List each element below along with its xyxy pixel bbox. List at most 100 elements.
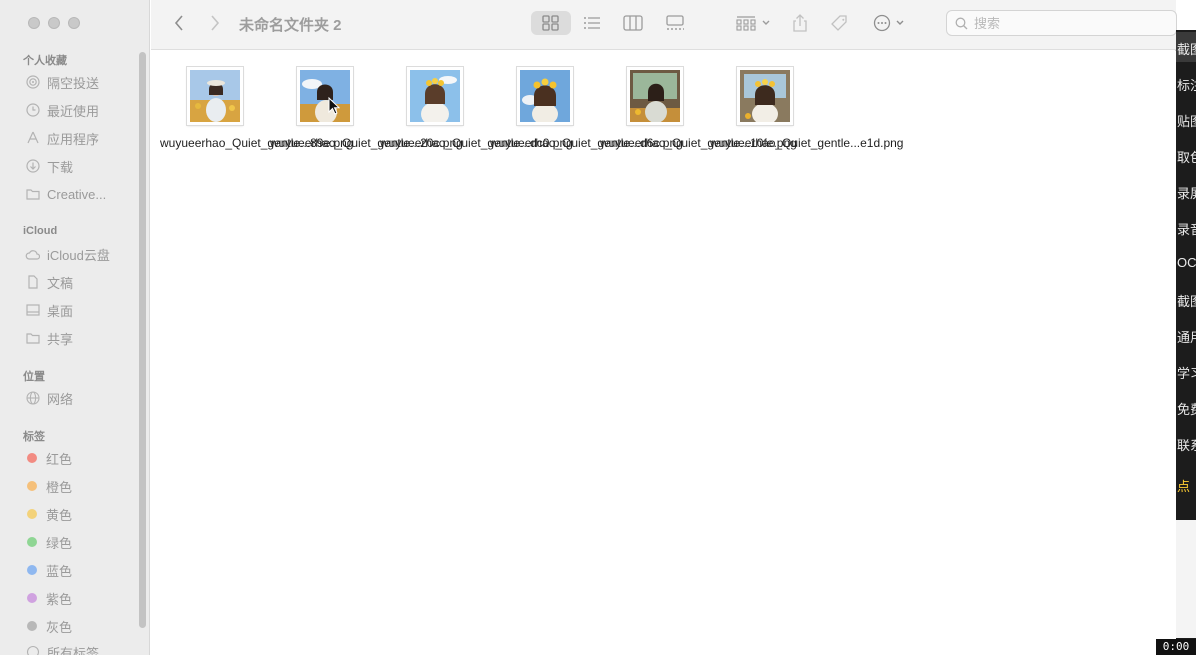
image-thumbnail bbox=[517, 67, 573, 125]
airdrop-icon bbox=[25, 75, 40, 90]
sidebar-item-label: 最近使用 bbox=[47, 103, 100, 119]
thumbnail-image bbox=[740, 70, 790, 125]
tag-color-dot bbox=[27, 565, 37, 575]
sidebar-item-label: 蓝色 bbox=[46, 563, 73, 579]
sidebar-item-shared[interactable]: 共享 bbox=[25, 328, 135, 348]
file-name: wuyueerhao_Quiet_gentle...e1d.png bbox=[710, 136, 904, 150]
more-actions-button[interactable] bbox=[870, 11, 908, 35]
overlay-menu-item[interactable]: 取色 bbox=[1177, 147, 1196, 166]
overlay-menu-item[interactable]: 录屏 bbox=[1177, 183, 1196, 202]
group-icon bbox=[735, 16, 756, 31]
overlay-menu-item[interactable]: 截图 bbox=[1177, 291, 1196, 310]
tag-color-dot bbox=[27, 481, 37, 491]
zoom-button[interactable] bbox=[68, 17, 80, 29]
icon-view-button[interactable] bbox=[531, 11, 571, 35]
share-icon bbox=[793, 14, 807, 32]
overlay-menu-item[interactable]: 贴图 bbox=[1177, 111, 1196, 130]
overlay-menu-item[interactable]: 标注 bbox=[1177, 75, 1196, 94]
sidebar-all-tags[interactable]: 所有标签 bbox=[25, 642, 135, 655]
overlay-menu-item[interactable]: OCR bbox=[1177, 255, 1196, 270]
sidebar-item-creative[interactable]: Creative... bbox=[25, 184, 135, 204]
sidebar-item-label: 共享 bbox=[47, 331, 74, 347]
sidebar-item-applications[interactable]: 应用程序 bbox=[25, 128, 135, 148]
overlay-menu-highlight[interactable]: 点 bbox=[1177, 476, 1190, 495]
file-item[interactable]: wuyueerhao_Quiet_gentle...10fe.png bbox=[600, 67, 797, 151]
image-thumbnail bbox=[627, 67, 683, 125]
document-icon bbox=[25, 275, 40, 290]
sidebar-section-favorites: 个人收藏 bbox=[23, 55, 67, 67]
sidebar-item-downloads[interactable]: 下载 bbox=[25, 156, 135, 176]
search-input[interactable] bbox=[974, 15, 1164, 31]
sidebar-item-label: 紫色 bbox=[46, 591, 73, 607]
file-item[interactable]: wuyueerhao_Quiet_gentle...20c.png bbox=[270, 67, 463, 151]
sidebar-item-label: iCloud云盘 bbox=[47, 247, 110, 263]
tag-button[interactable] bbox=[828, 11, 852, 35]
clock-icon bbox=[25, 103, 40, 118]
sidebar-item-icloud-drive[interactable]: iCloud云盘 bbox=[25, 244, 135, 264]
overlay-menu-item[interactable]: 截图 bbox=[1177, 39, 1196, 58]
sidebar-item-label: 黄色 bbox=[46, 507, 73, 523]
sidebar-tag-red[interactable]: 红色 bbox=[25, 448, 135, 468]
sidebar-item-label: 所有标签 bbox=[47, 645, 100, 655]
chevron-down-icon bbox=[762, 20, 769, 25]
folder-icon bbox=[25, 187, 40, 202]
sidebar-tag-orange[interactable]: 橙色 bbox=[25, 476, 135, 496]
file-item[interactable]: wuyueerhao_Quiet_gentle...dc0.png bbox=[380, 67, 573, 151]
sidebar-scrollbar[interactable] bbox=[139, 52, 146, 628]
overlay-menu-item[interactable]: 联系 bbox=[1177, 435, 1196, 454]
sidebar-tag-gray[interactable]: 灰色 bbox=[25, 616, 135, 636]
overlay-menu-item[interactable]: 录音 bbox=[1177, 219, 1196, 238]
recording-timer: 0:00 bbox=[1156, 639, 1196, 655]
mouse-cursor-icon bbox=[328, 97, 340, 115]
desktop-icon bbox=[25, 303, 40, 318]
sidebar-item-label: 隔空投送 bbox=[47, 75, 100, 91]
sidebar-item-label: 文稿 bbox=[47, 275, 74, 291]
sidebar-item-label: 红色 bbox=[46, 451, 73, 467]
sidebar-item-label: 网络 bbox=[47, 391, 74, 407]
back-button[interactable] bbox=[169, 11, 189, 35]
sidebar-item-desktop[interactable]: 桌面 bbox=[25, 300, 135, 320]
image-thumbnail bbox=[737, 67, 793, 125]
close-button[interactable] bbox=[28, 17, 40, 29]
list-view-button[interactable] bbox=[579, 11, 605, 35]
image-thumbnail bbox=[187, 67, 243, 125]
file-item[interactable]: wuyueerhao_Quiet_gentle...e1d.png bbox=[710, 67, 904, 151]
sidebar-item-network[interactable]: 网络 bbox=[25, 388, 135, 408]
minimize-button[interactable] bbox=[48, 17, 60, 29]
sidebar-item-label: 应用程序 bbox=[47, 131, 100, 147]
sidebar-tag-blue[interactable]: 蓝色 bbox=[25, 560, 135, 580]
forward-button[interactable] bbox=[205, 11, 225, 35]
file-name: wuyueerhao_Quiet_gentle...d6c.png bbox=[490, 136, 683, 150]
column-view-icon bbox=[623, 15, 643, 31]
sidebar-tag-purple[interactable]: 紫色 bbox=[25, 588, 135, 608]
overlay-menu-item[interactable]: 学习 bbox=[1177, 363, 1196, 382]
ellipsis-circle-icon bbox=[873, 14, 891, 32]
tag-color-dot bbox=[27, 509, 37, 519]
thumbnail-image bbox=[300, 70, 350, 124]
network-icon bbox=[25, 391, 40, 406]
column-view-button[interactable] bbox=[619, 11, 647, 35]
file-item[interactable]: wuyueerhao_Quiet_gentle...d6c.png bbox=[490, 67, 683, 151]
shared-folder-icon bbox=[25, 331, 40, 346]
file-item[interactable]: wuyueerhao_Quiet_gentle...89e.png bbox=[160, 67, 354, 151]
file-name: wuyueerhao_Quiet_gentle...89e.png bbox=[160, 136, 354, 150]
gallery-view-button[interactable] bbox=[661, 11, 689, 35]
overlay-menu-item[interactable]: 免费 bbox=[1177, 399, 1196, 418]
sidebar-item-label: 绿色 bbox=[46, 535, 73, 551]
file-name: wuyueerhao_Quiet_gentle...dc0.png bbox=[380, 136, 573, 150]
share-button[interactable] bbox=[789, 11, 811, 35]
sidebar-tag-green[interactable]: 绿色 bbox=[25, 532, 135, 552]
sidebar-item-documents[interactable]: 文稿 bbox=[25, 272, 135, 292]
chevron-left-icon bbox=[174, 15, 183, 31]
overlay-menu-item[interactable]: 通用 bbox=[1177, 327, 1196, 346]
sidebar-item-airdrop[interactable]: 隔空投送 bbox=[25, 72, 135, 92]
applications-icon bbox=[25, 131, 40, 146]
finder-window: 个人收藏 隔空投送 最近使用 应用程序 下载 Creative... iClou… bbox=[0, 0, 1177, 655]
sidebar-tag-yellow[interactable]: 黄色 bbox=[25, 504, 135, 524]
search-field[interactable] bbox=[946, 10, 1177, 36]
tag-color-dot bbox=[27, 621, 37, 631]
sidebar-section-tags: 标签 bbox=[23, 431, 45, 443]
sidebar-item-recents[interactable]: 最近使用 bbox=[25, 100, 135, 120]
group-by-button[interactable] bbox=[733, 11, 773, 35]
tag-color-dot bbox=[27, 593, 37, 603]
